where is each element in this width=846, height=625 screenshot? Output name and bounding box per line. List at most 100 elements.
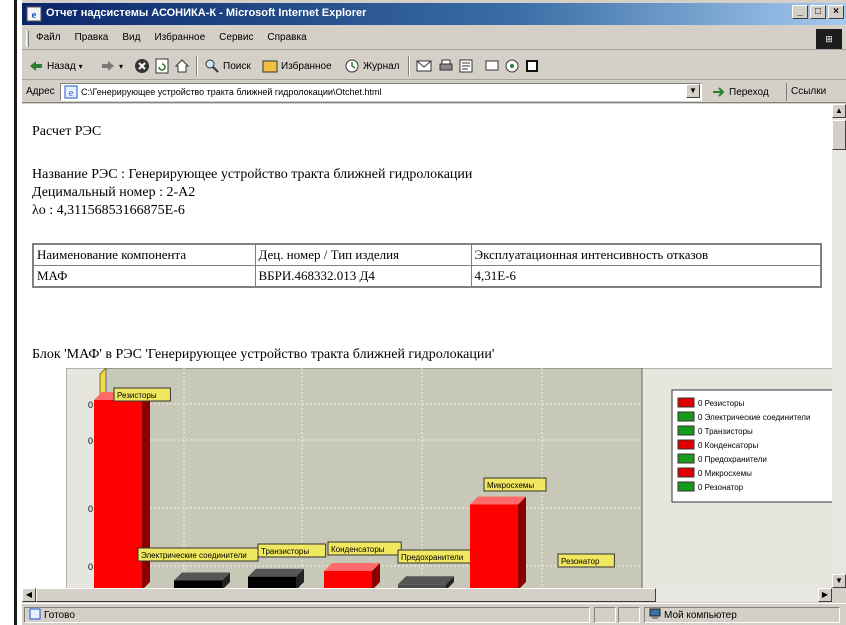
res-name: Название РЭС : Генерирующее устройство т…: [32, 167, 473, 182]
my-computer-icon: [649, 608, 661, 619]
menu-file[interactable]: Файл: [36, 32, 61, 43]
report-heading: Расчет РЭС: [32, 124, 102, 139]
discuss-icon[interactable]: [484, 58, 500, 74]
margin-rule: [14, 0, 17, 625]
address-bar: Адрес e C:\Генерирующее устройство тракт…: [22, 81, 846, 103]
bar: [174, 580, 222, 588]
history-icon: [345, 59, 359, 73]
failure-rate-total: λо : 4,31156853166875Е-6: [32, 203, 185, 218]
data-label: Конденсаторы: [331, 545, 385, 554]
bar: [248, 576, 296, 588]
toolbar-separator: [408, 56, 410, 76]
failure-chart: 0 0 0 0 Резисторы Электрические соединители Тр…: [66, 368, 832, 588]
vertical-scroll-thumb[interactable]: [832, 120, 846, 150]
edit-icon[interactable]: [458, 58, 474, 74]
scroll-right-button[interactable]: ▶: [818, 588, 832, 602]
home-icon[interactable]: [174, 58, 190, 74]
bar-top: [248, 568, 304, 577]
horizontal-scroll-thumb[interactable]: [36, 588, 656, 602]
maximize-button[interactable]: □: [810, 5, 826, 19]
security-zone-panel: Мой компьютер: [644, 607, 840, 623]
horizontal-scrollbar[interactable]: ◀ ▶: [22, 588, 832, 602]
legend-label: 0 Микросхемы: [698, 469, 752, 478]
go-button[interactable]: Переход: [712, 84, 769, 100]
legend-label: 0 Резисторы: [698, 399, 745, 408]
scroll-down-button[interactable]: ▼: [832, 574, 846, 588]
menu-edit[interactable]: Правка: [75, 32, 109, 43]
legend-swatch: [677, 453, 695, 464]
print-icon[interactable]: [438, 58, 454, 74]
menu-bar: Файл Правка Вид Избранное Сервис Справка…: [22, 28, 846, 50]
legend-swatch: [677, 397, 695, 408]
legend-swatch: [677, 411, 695, 422]
messenger-icon[interactable]: [504, 58, 520, 74]
vertical-scrollbar[interactable]: ▲ ▼: [832, 104, 846, 588]
svg-text:e: e: [69, 88, 74, 99]
components-table: Наименование компонента Дец. номер / Тип…: [32, 243, 822, 288]
menu-grip: [26, 31, 29, 47]
title-bar: e Отчет надсистемы АСОНИКА-К - Microsoft…: [22, 3, 846, 25]
back-arrow-icon: [30, 61, 42, 71]
media-icon[interactable]: [524, 58, 540, 74]
menu-favorites[interactable]: Избранное: [154, 32, 205, 43]
scroll-up-button[interactable]: ▲: [832, 104, 846, 118]
links-button[interactable]: Ссылки: [786, 83, 846, 101]
svg-text:e: e: [32, 9, 37, 21]
data-label: Электрические соединители: [141, 551, 247, 560]
mail-icon[interactable]: [416, 58, 432, 74]
menu-view[interactable]: Вид: [122, 32, 140, 43]
status-panel: [618, 607, 640, 623]
legend-label: 0 Транзисторы: [698, 427, 753, 436]
y-tick-label: 0: [88, 400, 93, 410]
back-button[interactable]: Назад ▾: [28, 56, 83, 76]
security-zone-label: Мой компьютер: [664, 610, 737, 621]
legend-label: 0 Конденсаторы: [698, 441, 758, 450]
address-input[interactable]: e C:\Генерирующее устройство тракта ближ…: [60, 83, 702, 101]
table-cell: ВБРИ.468332.013 Д4: [254, 265, 472, 288]
bar-top: [174, 572, 230, 581]
legend-label: 0 Резонатор: [698, 483, 744, 492]
block-caption: Блок 'МАФ' в РЭС 'Генерирующее устройств…: [32, 347, 495, 362]
stop-icon[interactable]: [134, 58, 150, 74]
y-tick-label: 0: [88, 436, 93, 446]
address-dropdown-button[interactable]: ▼: [686, 84, 700, 98]
window-title: Отчет надсистемы АСОНИКА-К - Microsoft I…: [46, 7, 367, 19]
close-button[interactable]: ×: [828, 5, 844, 19]
legend-swatch: [677, 467, 695, 478]
status-panel: [594, 607, 616, 623]
go-arrow-icon: [713, 87, 725, 97]
search-button[interactable]: Поиск: [204, 56, 251, 76]
browser-window: e Отчет надсистемы АСОНИКА-К - Microsoft…: [22, 0, 846, 625]
menu-tools[interactable]: Сервис: [219, 32, 253, 43]
ie-logo-icon: e: [26, 6, 42, 22]
search-label: Поиск: [223, 60, 251, 72]
refresh-icon[interactable]: [154, 58, 170, 74]
back-dropdown-icon: ▾: [78, 61, 83, 71]
status-bar: Готово Мой компьютер: [22, 603, 846, 625]
history-label: Журнал: [363, 60, 400, 72]
history-button[interactable]: Журнал: [344, 56, 400, 76]
legend-swatch: [677, 425, 695, 436]
favorites-button[interactable]: Избранное: [262, 56, 332, 76]
minimize-button[interactable]: _: [792, 5, 808, 19]
favorites-icon: [262, 60, 278, 73]
forward-button[interactable]: ▾: [100, 56, 123, 76]
scroll-left-button[interactable]: ◀: [22, 588, 36, 602]
legend-swatch: [677, 439, 695, 450]
windows-logo-icon: ⊞: [816, 29, 842, 49]
toolbar-separator: [196, 56, 198, 76]
back-label: Назад: [47, 60, 76, 72]
page-content: Расчет РЭС Название РЭС : Генерирующее у…: [22, 104, 832, 588]
y-tick-label: 0: [88, 504, 93, 514]
bar-side: [518, 496, 526, 588]
y-tick-label: 0: [88, 562, 93, 572]
data-label: Резонатор: [561, 557, 600, 566]
address-label: Адрес: [26, 86, 55, 97]
table-header-cell: Эксплуатационная интенсивность отказов: [470, 243, 822, 266]
search-icon: [205, 59, 219, 73]
bar: [324, 571, 372, 588]
menu-help[interactable]: Справка: [267, 32, 306, 43]
scrollbar-corner: [832, 588, 846, 602]
legend-label: 0 Предохранители: [698, 455, 767, 464]
forward-arrow-icon: [102, 61, 114, 71]
